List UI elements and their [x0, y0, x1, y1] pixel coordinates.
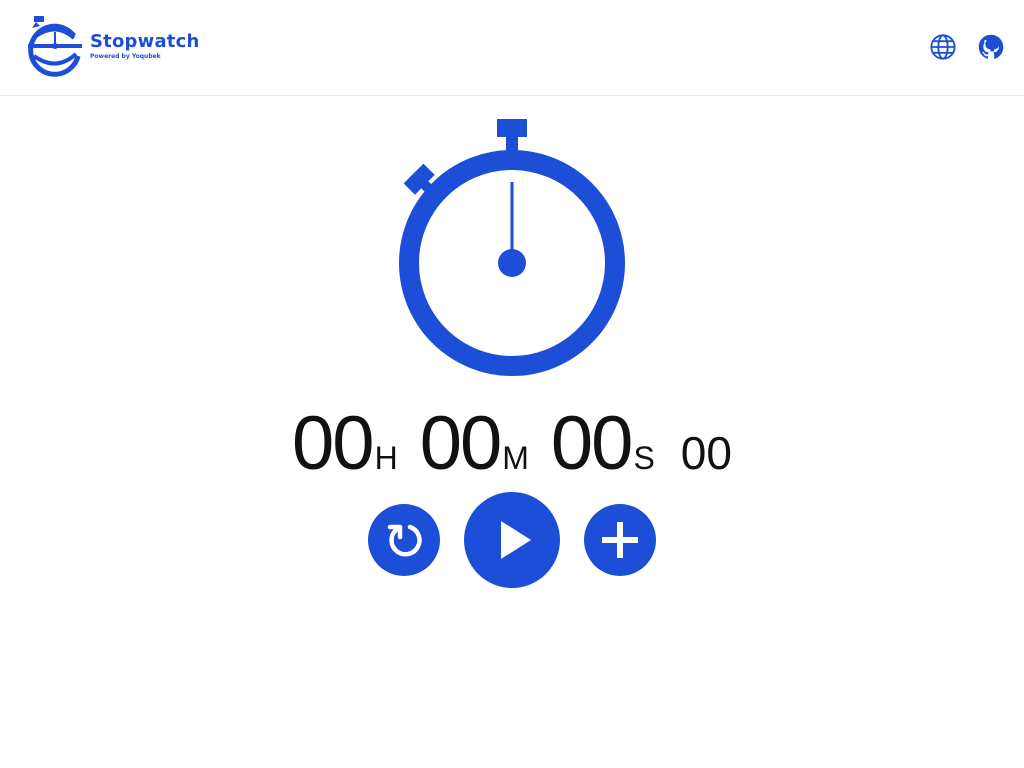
- play-button[interactable]: [464, 492, 560, 588]
- minutes-value: 00: [419, 401, 503, 486]
- hours-value: 00: [292, 401, 375, 486]
- seconds-value: 00: [550, 401, 634, 486]
- app-header: Stopwatch Powered by Yoqubek: [0, 0, 1024, 96]
- brand-tagline: Powered by Yoqubek: [90, 52, 161, 60]
- stopwatch-illustration: [392, 112, 632, 382]
- stopwatch-logo-icon: [28, 16, 82, 77]
- plus-icon: [602, 522, 638, 558]
- minutes-unit: M: [502, 440, 529, 476]
- globe-icon: [930, 34, 956, 60]
- brand-name: Stopwatch: [90, 30, 200, 52]
- play-icon: [501, 521, 531, 559]
- time-display: 00 H 00 M 00 S 00: [0, 400, 1024, 486]
- add-lap-button[interactable]: [584, 504, 656, 576]
- brand-link[interactable]: Stopwatch Powered by Yoqubek: [24, 14, 199, 78]
- language-button[interactable]: [928, 32, 958, 62]
- centiseconds-value: 00: [680, 427, 732, 479]
- reset-button[interactable]: [368, 504, 440, 576]
- seconds-unit: S: [633, 440, 655, 476]
- reset-icon: [387, 524, 422, 557]
- github-icon: [978, 34, 1004, 59]
- control-bar: [0, 490, 1024, 590]
- hours-unit: H: [374, 440, 398, 476]
- github-link[interactable]: [976, 32, 1006, 62]
- stopwatch-icon: [399, 119, 625, 376]
